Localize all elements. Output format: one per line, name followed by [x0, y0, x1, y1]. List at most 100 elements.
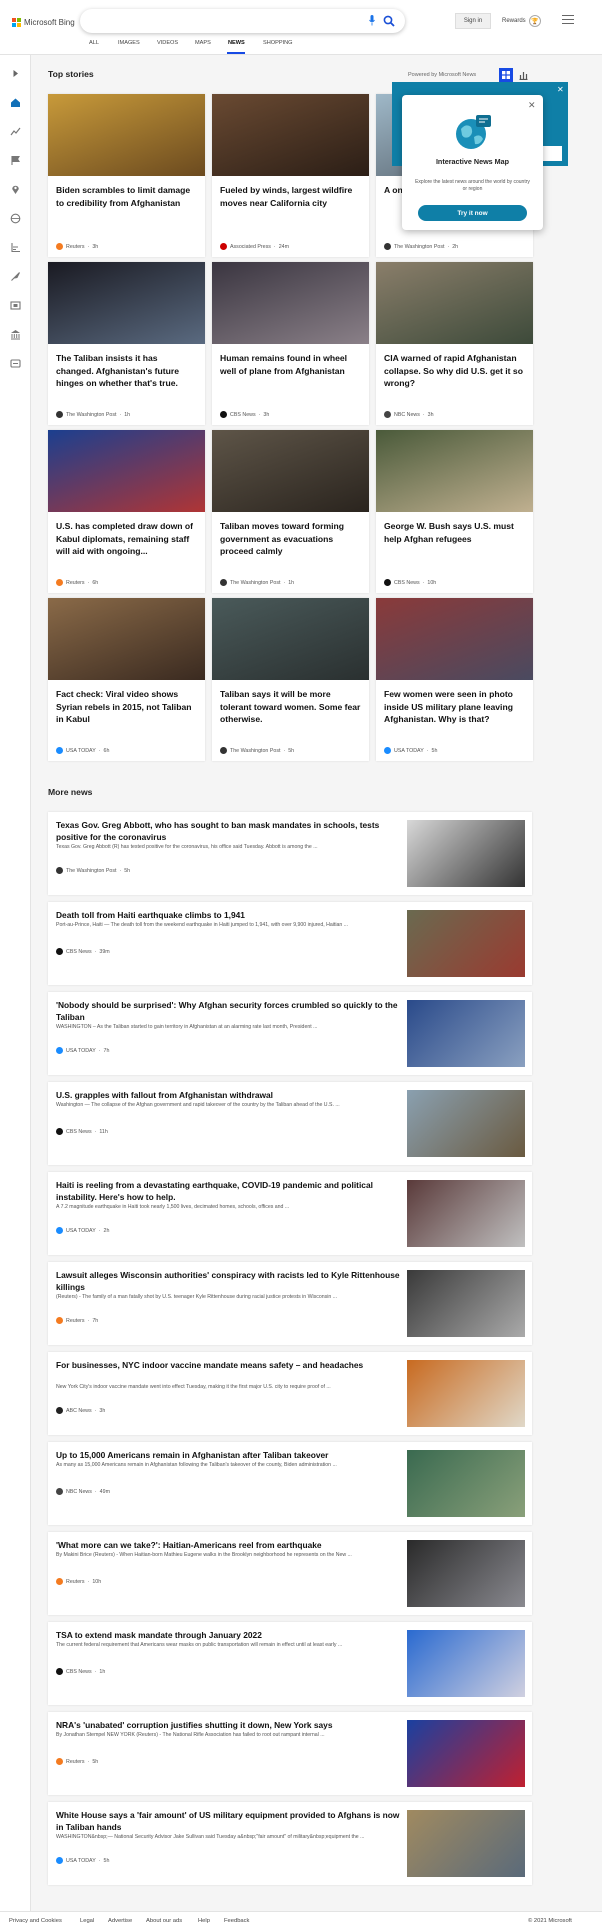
story-image[interactable] [48, 430, 205, 512]
tab-shopping[interactable]: SHOPPING [263, 40, 293, 46]
news-image[interactable] [407, 1540, 525, 1607]
news-title[interactable]: Death toll from Haiti earthquake climbs … [56, 909, 406, 921]
story-card[interactable]: CIA warned of rapid Afghanistan collapse… [376, 262, 533, 425]
rewards-button[interactable]: Rewards 🏆 [502, 13, 541, 29]
tab-news[interactable]: NEWS [228, 40, 245, 46]
tab-all[interactable]: ALL [89, 40, 99, 46]
news-title[interactable]: Lawsuit alleges Wisconsin authorities' c… [56, 1269, 406, 1293]
story-title[interactable]: U.S. has completed draw down of Kabul di… [56, 520, 197, 558]
tab-maps[interactable]: MAPS [195, 40, 211, 46]
story-image[interactable] [212, 598, 369, 680]
news-image[interactable] [407, 1180, 525, 1247]
story-card[interactable]: Biden scrambles to limit damage to credi… [48, 94, 205, 257]
news-list-item[interactable]: 'Nobody should be surprised': Why Afghan… [48, 992, 532, 1075]
story-image[interactable] [212, 94, 369, 176]
map-view-button[interactable] [516, 68, 530, 82]
news-list-item[interactable]: Up to 15,000 Americans remain in Afghani… [48, 1442, 532, 1525]
news-list-item[interactable]: Death toll from Haiti earthquake climbs … [48, 902, 532, 985]
story-card[interactable]: Fact check: Viral video shows Syrian reb… [48, 598, 205, 761]
news-list-item[interactable]: Texas Gov. Greg Abbott, who has sought t… [48, 812, 532, 895]
story-card[interactable]: Fueled by winds, largest wildfire moves … [212, 94, 369, 257]
story-card[interactable]: Human remains found in wheel well of pla… [212, 262, 369, 425]
news-title[interactable]: White House says a 'fair amount' of US m… [56, 1809, 406, 1833]
news-list-item[interactable]: TSA to extend mask mandate through Janua… [48, 1622, 532, 1705]
news-list-item[interactable]: 'What more can we take?': Haitian-Americ… [48, 1532, 532, 1615]
news-image[interactable] [407, 910, 525, 977]
story-title[interactable]: Few women were seen in photo inside US m… [384, 688, 525, 726]
story-card[interactable]: The Taliban insists it has changed. Afgh… [48, 262, 205, 425]
news-list-item[interactable]: U.S. grapples with fallout from Afghanis… [48, 1082, 532, 1165]
news-image[interactable] [407, 1270, 525, 1337]
more-topics-icon[interactable] [10, 356, 21, 368]
tab-images[interactable]: IMAGES [118, 40, 140, 46]
news-image[interactable] [407, 1810, 525, 1877]
news-image[interactable] [407, 1720, 525, 1787]
story-image[interactable] [212, 430, 369, 512]
tab-videos[interactable]: VIDEOS [157, 40, 178, 46]
news-list-item[interactable]: NRA's 'unabated' corruption justifies sh… [48, 1712, 532, 1795]
banner-close-icon[interactable]: ✕ [557, 86, 565, 94]
news-list-item[interactable]: Haiti is reeling from a devastating eart… [48, 1172, 532, 1255]
story-card[interactable]: Few women were seen in photo inside US m… [376, 598, 533, 761]
news-list-item[interactable]: White House says a 'fair amount' of US m… [48, 1802, 532, 1885]
search-input[interactable] [80, 9, 405, 33]
story-image[interactable] [376, 598, 533, 680]
search-icon[interactable] [383, 15, 395, 27]
try-it-now-button[interactable]: Try it now [418, 205, 527, 221]
science-icon[interactable] [10, 269, 21, 281]
story-image[interactable] [48, 262, 205, 344]
hamburger-menu-icon[interactable] [562, 15, 574, 25]
story-title[interactable]: Human remains found in wheel well of pla… [220, 352, 361, 377]
news-title[interactable]: Haiti is reeling from a devastating eart… [56, 1179, 406, 1203]
story-title[interactable]: Taliban moves toward forming government … [220, 520, 361, 558]
news-image[interactable] [407, 1360, 525, 1427]
story-card[interactable]: George W. Bush says U.S. must help Afgha… [376, 430, 533, 593]
news-image[interactable] [407, 1450, 525, 1517]
news-title[interactable]: TSA to extend mask mandate through Janua… [56, 1629, 406, 1641]
news-title[interactable]: 'Nobody should be surprised': Why Afghan… [56, 999, 406, 1023]
footer-link-help[interactable]: Help [198, 1918, 210, 1924]
location-icon[interactable] [10, 182, 21, 194]
news-image[interactable] [407, 1090, 525, 1157]
footer-link-feedback[interactable]: Feedback [224, 1918, 249, 1924]
news-list-item[interactable]: Lawsuit alleges Wisconsin authorities' c… [48, 1262, 532, 1345]
footer-link-legal[interactable]: Legal [80, 1918, 94, 1924]
story-title[interactable]: George W. Bush says U.S. must help Afgha… [384, 520, 525, 545]
news-image[interactable] [407, 1630, 525, 1697]
story-image[interactable] [212, 262, 369, 344]
politics-icon[interactable] [10, 327, 21, 340]
sign-in-button[interactable]: Sign in [455, 13, 491, 29]
footer-link-privacy[interactable]: Privacy and Cookies [9, 1918, 62, 1924]
story-title[interactable]: Taliban says it will be more tolerant to… [220, 688, 361, 726]
story-image[interactable] [48, 598, 205, 680]
story-card[interactable]: Taliban says it will be more tolerant to… [212, 598, 369, 761]
news-image[interactable] [407, 820, 525, 887]
entertainment-icon[interactable] [10, 298, 21, 310]
world-icon[interactable] [10, 211, 21, 224]
story-image[interactable] [376, 430, 533, 512]
flag-icon[interactable] [10, 153, 21, 165]
grid-view-button[interactable] [499, 68, 513, 82]
home-icon[interactable] [10, 95, 21, 107]
news-title[interactable]: 'What more can we take?': Haitian-Americ… [56, 1539, 406, 1551]
story-title[interactable]: Fueled by winds, largest wildfire moves … [220, 184, 361, 209]
business-icon[interactable] [10, 240, 21, 253]
story-image[interactable] [376, 262, 533, 344]
story-title[interactable]: Biden scrambles to limit damage to credi… [56, 184, 197, 209]
story-title[interactable]: Fact check: Viral video shows Syrian reb… [56, 688, 197, 726]
story-card[interactable]: U.S. has completed draw down of Kabul di… [48, 430, 205, 593]
news-image[interactable] [407, 1000, 525, 1067]
story-card[interactable]: Taliban moves toward forming government … [212, 430, 369, 593]
news-title[interactable]: For businesses, NYC indoor vaccine manda… [56, 1359, 406, 1371]
news-list-item[interactable]: For businesses, NYC indoor vaccine manda… [48, 1352, 532, 1435]
footer-link-advertise[interactable]: Advertise [108, 1918, 132, 1924]
news-title[interactable]: Up to 15,000 Americans remain in Afghani… [56, 1449, 406, 1461]
news-title[interactable]: NRA's 'unabated' corruption justifies sh… [56, 1719, 406, 1731]
popup-close-icon[interactable]: ✕ [528, 100, 536, 111]
trending-icon[interactable] [10, 124, 21, 136]
bing-logo[interactable]: Microsoft Bing [12, 15, 75, 29]
expand-rail-icon[interactable] [10, 66, 21, 77]
story-title[interactable]: The Taliban insists it has changed. Afgh… [56, 352, 197, 390]
story-image[interactable] [48, 94, 205, 176]
microphone-icon[interactable] [369, 15, 375, 26]
